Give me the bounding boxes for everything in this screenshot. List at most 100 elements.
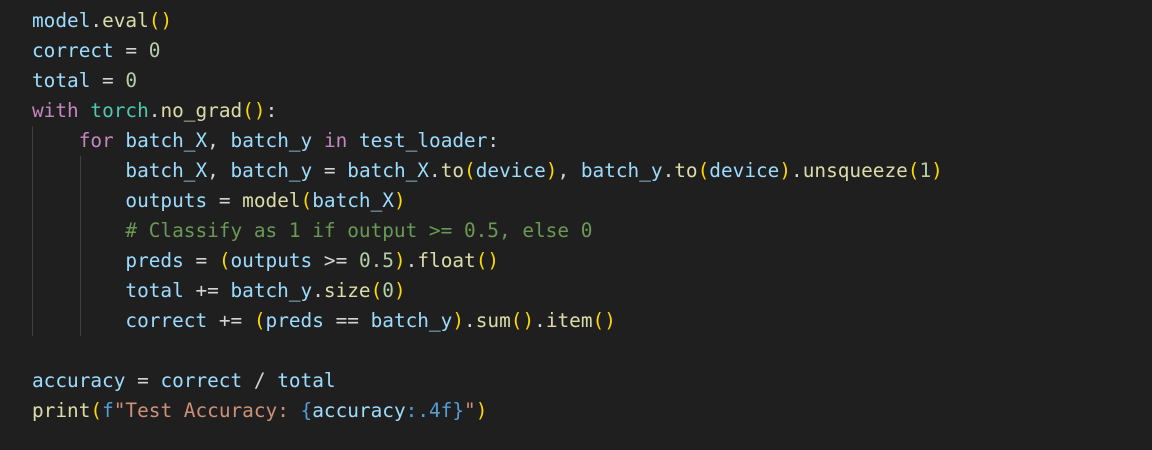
code-line-2: correct = 0 (32, 36, 1152, 66)
code-token: batch_y (230, 129, 313, 152)
code-line-8: # Classify as 1 if output >= 0.5, else 0 (32, 216, 1152, 246)
code-token: ( (475, 249, 488, 272)
code-token: ) (545, 159, 558, 182)
code-editor[interactable]: model.eval() correct = 0 total = 0 with … (0, 0, 1152, 450)
code-token: = (312, 159, 348, 182)
code-token: device (709, 159, 780, 182)
code-string: "Test Accuracy: (113, 399, 301, 422)
code-line-11: correct += (preds == batch_y).sum().item… (32, 306, 1152, 336)
code-token: batch_y (370, 309, 453, 332)
code-token: ) (393, 249, 406, 272)
code-token: batch_X (125, 129, 208, 152)
code-token: eval (102, 9, 149, 32)
code-token: f (102, 399, 114, 422)
indent-guide (80, 276, 81, 306)
code-token: print (32, 399, 91, 422)
code-token: float (417, 249, 476, 272)
code-token: total (277, 369, 336, 392)
code-token: model (32, 9, 91, 32)
code-token: . (405, 249, 418, 272)
code-token: ( (370, 279, 383, 302)
code-token: to (674, 159, 698, 182)
code-token: accuracy (312, 399, 406, 422)
code-token: 1 (919, 159, 932, 182)
code-token: . (148, 99, 161, 122)
code-token: outputs (230, 249, 313, 272)
code-line-14: print(f"Test Accuracy: {accuracy:.4f}") (32, 396, 1152, 426)
code-token: item (545, 309, 593, 332)
code-token: 0 (382, 279, 394, 302)
code-token: :.4f (405, 399, 453, 422)
indent-guide (32, 306, 33, 336)
code-token: , (557, 159, 581, 182)
code-token: batch_X (312, 189, 394, 212)
code-token: ) (487, 249, 500, 272)
code-token: 0 (125, 69, 138, 92)
indent-guide (80, 216, 81, 246)
code-token: total (125, 279, 184, 302)
code-token: ) (160, 9, 173, 32)
code-token: correct (32, 39, 114, 62)
code-token: for (78, 129, 114, 152)
code-token: , (207, 159, 231, 182)
code-token: batch_y (230, 279, 313, 302)
code-token: ) (475, 399, 488, 422)
code-token: . (312, 279, 324, 302)
code-token: } (452, 399, 465, 422)
code-token: correct (160, 369, 243, 392)
code-token: ( (90, 399, 103, 422)
code-token: . (534, 309, 546, 332)
code-line-3: total = 0 (32, 66, 1152, 96)
indent-guide (32, 156, 33, 186)
code-token: model (242, 189, 301, 212)
code-token: to (440, 159, 465, 182)
code-token: batch_X (125, 159, 208, 182)
code-token: preds (125, 249, 184, 272)
code-token: ( (697, 159, 710, 182)
code-token: . (90, 9, 103, 32)
indent-guide (32, 276, 33, 306)
code-token: no_grad (160, 99, 243, 122)
code-token: ( (510, 309, 523, 332)
code-token: ) (931, 159, 943, 182)
code-token: ) (393, 279, 406, 302)
code-token: 0.5 (358, 249, 394, 272)
code-token: = (90, 69, 126, 92)
code-token: ) (393, 189, 406, 212)
code-token: ( (907, 159, 920, 182)
code-token: ) (522, 309, 535, 332)
code-token: accuracy (32, 369, 126, 392)
code-token: torch (90, 99, 149, 122)
code-token: ( (592, 309, 605, 332)
code-token: total (32, 69, 91, 92)
code-token: batch_X (347, 159, 429, 182)
code-line-6: batch_X, batch_y = batch_X.to(device), b… (32, 156, 1152, 186)
indent-guide (32, 246, 33, 276)
code-token: ( (300, 189, 313, 212)
code-line-10: total += batch_y.size(0) (32, 276, 1152, 306)
code-string: " (464, 399, 476, 422)
code-token: . (791, 159, 803, 182)
code-token: = (207, 189, 243, 212)
code-line-5: for batch_X, batch_y in test_loader: (32, 126, 1152, 156)
indent-guide (80, 156, 81, 186)
code-token: 0 (148, 39, 161, 62)
code-token: : (487, 129, 500, 152)
code-token: >= (312, 249, 359, 272)
code-token: ) (604, 309, 616, 332)
code-token: ( (253, 309, 266, 332)
code-token: ) (452, 309, 465, 332)
code-token: . (662, 159, 675, 182)
code-token: size (323, 279, 371, 302)
code-token: ( (148, 9, 161, 32)
indent-guide (80, 306, 81, 336)
code-token: preds (265, 309, 324, 332)
